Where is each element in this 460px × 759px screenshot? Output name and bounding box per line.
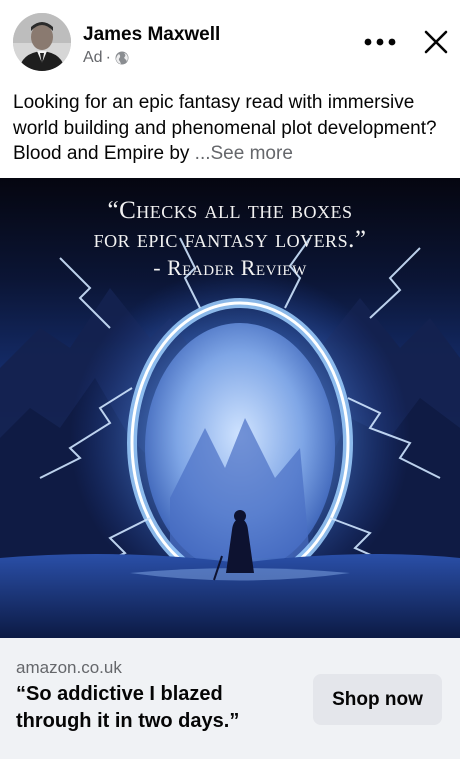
post-header: James Maxwell Ad · xyxy=(0,0,460,84)
globe-icon[interactable] xyxy=(115,51,129,65)
quote-source: - Reader Review xyxy=(153,255,307,280)
meta-separator: · xyxy=(105,49,111,66)
quote-line-1: “Checks all the boxes xyxy=(107,197,353,224)
quote-line-2: for epic fantasy lovers.” xyxy=(93,226,367,253)
more-options-button[interactable] xyxy=(360,26,400,58)
link-headline[interactable]: “So addictive I blazed through it in two… xyxy=(16,681,296,735)
post-body: Looking for an epic fantasy read with im… xyxy=(13,90,448,167)
ad-quote: “Checks all the boxes for epic fantasy l… xyxy=(0,196,460,282)
link-domain[interactable]: amazon.co.uk xyxy=(16,657,122,679)
shop-now-button[interactable]: Shop now xyxy=(313,674,442,725)
see-more-link[interactable]: ...See more xyxy=(195,143,293,164)
author-avatar[interactable] xyxy=(13,13,71,71)
sponsored-label: Ad xyxy=(83,49,103,66)
close-button[interactable] xyxy=(418,24,454,60)
author-name[interactable]: James Maxwell xyxy=(83,23,220,47)
more-horizontal-icon xyxy=(364,38,396,46)
close-icon xyxy=(424,30,448,54)
post-meta: Ad · xyxy=(83,48,129,68)
